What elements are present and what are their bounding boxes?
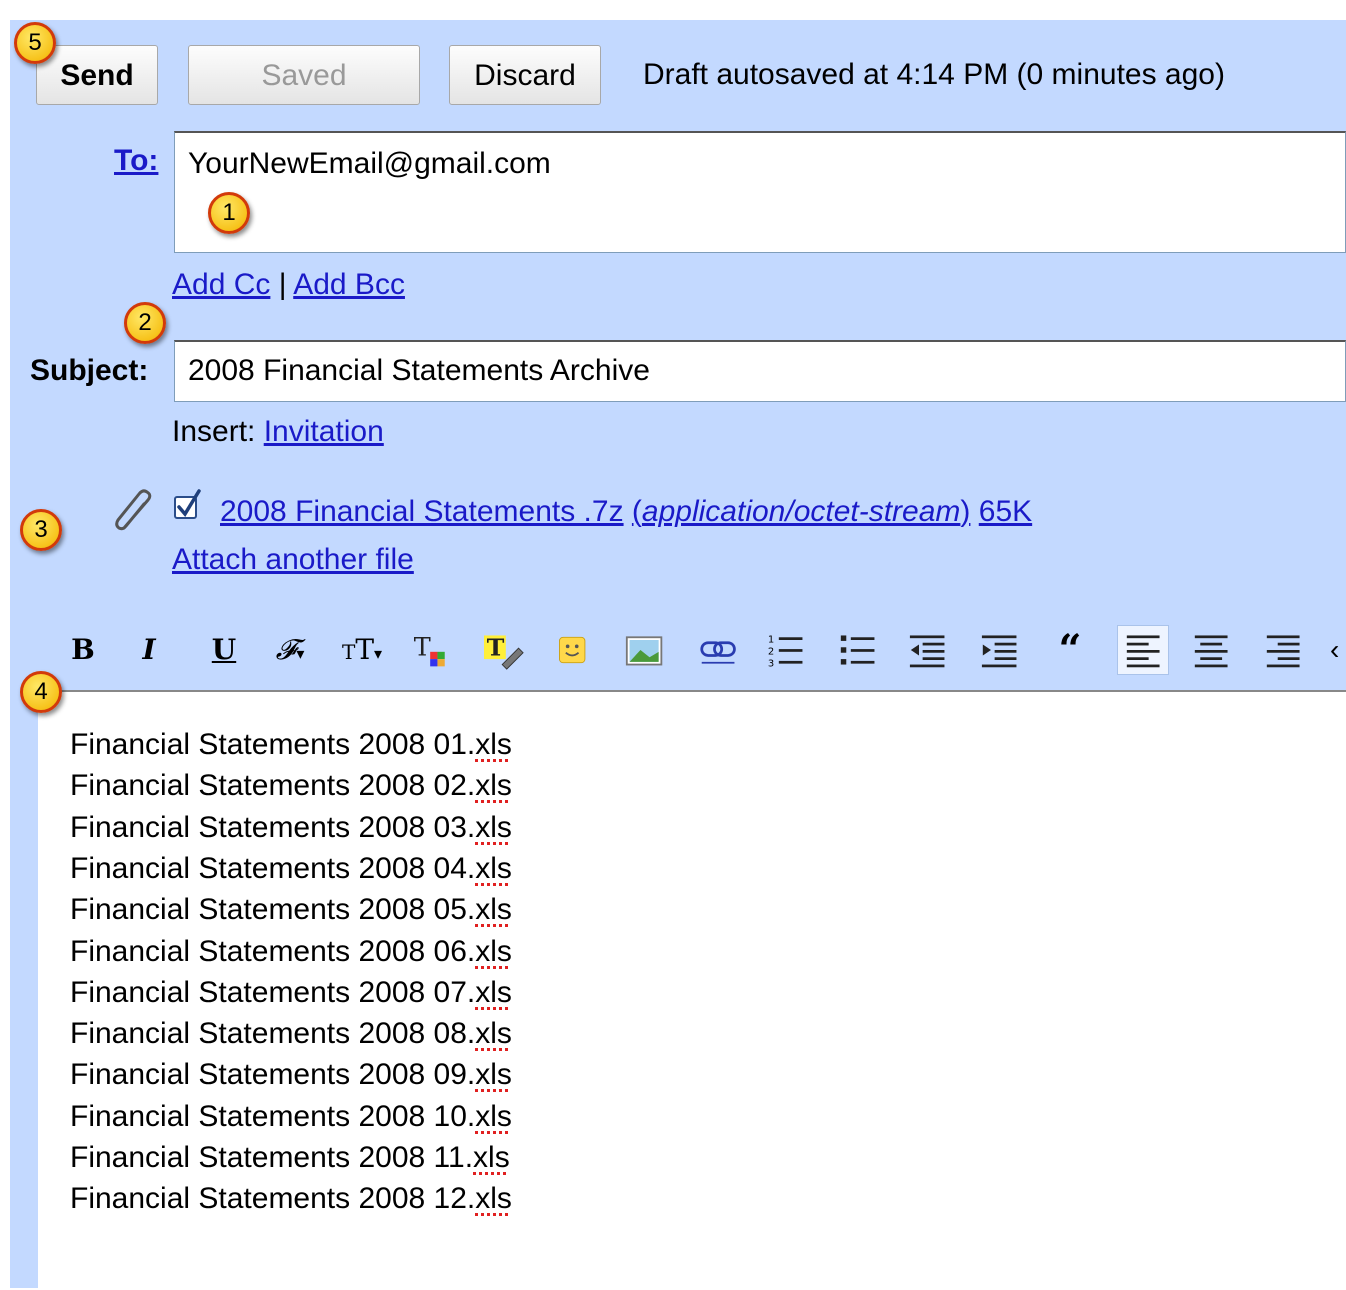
- to-label-link[interactable]: To:: [114, 144, 158, 178]
- attachment-checkbox[interactable]: [172, 488, 206, 522]
- subject-field[interactable]: 2008 Financial Statements Archive: [174, 340, 1346, 402]
- underline-icon[interactable]: U: [206, 630, 242, 670]
- image-icon[interactable]: [622, 630, 668, 670]
- body-line-text: Financial Statements 2008 01.: [70, 728, 476, 761]
- svg-text:T: T: [414, 632, 431, 662]
- body-line: Financial Statements 2008 05.xls: [70, 893, 512, 927]
- attachment-type: application/octet-stream: [641, 495, 961, 528]
- insert-label: Insert:: [172, 415, 256, 448]
- attachment-type-open: (: [631, 495, 642, 528]
- body-line: Financial Statements 2008 04.xls: [70, 852, 512, 886]
- indent-less-icon[interactable]: [906, 630, 952, 670]
- body-line: Financial Statements 2008 07.xls: [70, 976, 512, 1010]
- spellcheck-word: xls: [475, 852, 512, 885]
- body-line-text: Financial Statements 2008 10.: [70, 1100, 476, 1133]
- align-right-icon[interactable]: [1262, 630, 1308, 670]
- toolbar-overflow-icon[interactable]: ‹: [1330, 630, 1346, 670]
- svg-text:3: 3: [768, 658, 774, 669]
- saved-button[interactable]: Saved: [188, 45, 420, 105]
- body-line: Financial Statements 2008 01.xls: [70, 728, 512, 762]
- cc-bcc-links: Add Cc | Add Bcc: [172, 268, 405, 302]
- spellcheck-word: xls: [475, 1100, 512, 1133]
- attach-another-file-link[interactable]: Attach another file: [172, 543, 414, 577]
- attachment-name[interactable]: 2008 Financial Statements .7z: [220, 495, 624, 528]
- callout-badge-3: 3: [20, 509, 62, 551]
- add-bcc-link[interactable]: Add Bcc: [293, 268, 405, 301]
- spellcheck-word: xls: [475, 1182, 512, 1215]
- body-left-border: [10, 690, 38, 1288]
- bold-icon[interactable]: B: [66, 630, 100, 670]
- subject-label: Subject:: [30, 354, 149, 387]
- font-icon[interactable]: 𝓕▾: [262, 630, 318, 670]
- body-line-text: Financial Statements 2008 09.: [70, 1058, 476, 1091]
- text-color-icon[interactable]: T: [408, 630, 456, 670]
- spellcheck-word: xls: [475, 811, 512, 844]
- paperclip-icon: [115, 489, 152, 531]
- svg-text:2: 2: [768, 647, 774, 658]
- spellcheck-word: xls: [475, 935, 512, 968]
- autosave-status: Draft autosaved at 4:14 PM (0 minutes ag…: [643, 58, 1225, 91]
- spellcheck-word: xls: [475, 769, 512, 802]
- to-value: YourNewEmail@gmail.com: [188, 147, 551, 180]
- body-line: Financial Statements 2008 02.xls: [70, 769, 512, 803]
- spellcheck-word: xls: [475, 976, 512, 1009]
- body-line: Financial Statements 2008 09.xls: [70, 1058, 512, 1092]
- callout-badge-1: 1: [208, 192, 250, 234]
- body-line-text: Financial Statements 2008 12.: [70, 1182, 476, 1215]
- spellcheck-word: xls: [475, 1017, 512, 1050]
- body-line: Financial Statements 2008 12.xls: [70, 1182, 512, 1216]
- insert-row: Insert: Invitation: [172, 415, 384, 449]
- svg-text:1: 1: [768, 635, 774, 646]
- text-size-icon[interactable]: TT▾: [334, 630, 390, 670]
- body-line-text: Financial Statements 2008 04.: [70, 852, 476, 885]
- body-line-text: Financial Statements 2008 05.: [70, 893, 476, 926]
- discard-button[interactable]: Discard: [449, 45, 601, 105]
- svg-text:T: T: [487, 633, 505, 661]
- callout-badge-5: 5: [14, 22, 56, 64]
- spellcheck-word: xls: [475, 728, 512, 761]
- callout-badge-4: 4: [20, 671, 62, 713]
- body-line: Financial Statements 2008 03.xls: [70, 811, 512, 845]
- link-icon[interactable]: [696, 630, 742, 670]
- italic-icon[interactable]: I: [134, 630, 164, 670]
- cc-separator: |: [278, 268, 287, 301]
- body-line: Financial Statements 2008 06.xls: [70, 935, 512, 969]
- numbered-list-icon[interactable]: 1 2 3: [764, 630, 810, 670]
- subject-value: 2008 Financial Statements Archive: [188, 354, 650, 387]
- emoji-icon[interactable]: [554, 630, 594, 670]
- attachment-link[interactable]: 2008 Financial Statements .7z (applicati…: [220, 495, 1032, 529]
- add-cc-link[interactable]: Add Cc: [172, 268, 270, 301]
- align-left-icon[interactable]: [1122, 630, 1168, 670]
- align-center-icon[interactable]: [1190, 630, 1236, 670]
- indent-more-icon[interactable]: [978, 630, 1024, 670]
- attachment-type-close: ): [960, 495, 971, 528]
- spellcheck-word: xls: [475, 1058, 512, 1091]
- spellcheck-word: xls: [473, 1141, 510, 1174]
- body-line: Financial Statements 2008 10.xls: [70, 1100, 512, 1134]
- body-line-text: Financial Statements 2008 08.: [70, 1017, 476, 1050]
- bulleted-list-icon[interactable]: [836, 630, 882, 670]
- body-line-text: Financial Statements 2008 03.: [70, 811, 476, 844]
- body-line: Financial Statements 2008 11.xls: [70, 1141, 510, 1175]
- callout-badge-2: 2: [124, 302, 166, 344]
- body-line-text: Financial Statements 2008 06.: [70, 935, 476, 968]
- body-line-text: Financial Statements 2008 02.: [70, 769, 476, 802]
- spellcheck-word: xls: [475, 893, 512, 926]
- body-line: Financial Statements 2008 08.xls: [70, 1017, 512, 1051]
- invitation-link[interactable]: Invitation: [264, 415, 384, 448]
- body-line-text: Financial Statements 2008 07.: [70, 976, 476, 1009]
- send-button[interactable]: Send: [36, 45, 158, 105]
- highlight-icon[interactable]: T: [480, 630, 528, 670]
- attachment-size: 65K: [978, 495, 1033, 528]
- to-field[interactable]: YourNewEmail@gmail.com: [174, 131, 1346, 253]
- quote-icon[interactable]: “: [1048, 630, 1092, 670]
- body-line-text: Financial Statements 2008 11.: [70, 1141, 474, 1174]
